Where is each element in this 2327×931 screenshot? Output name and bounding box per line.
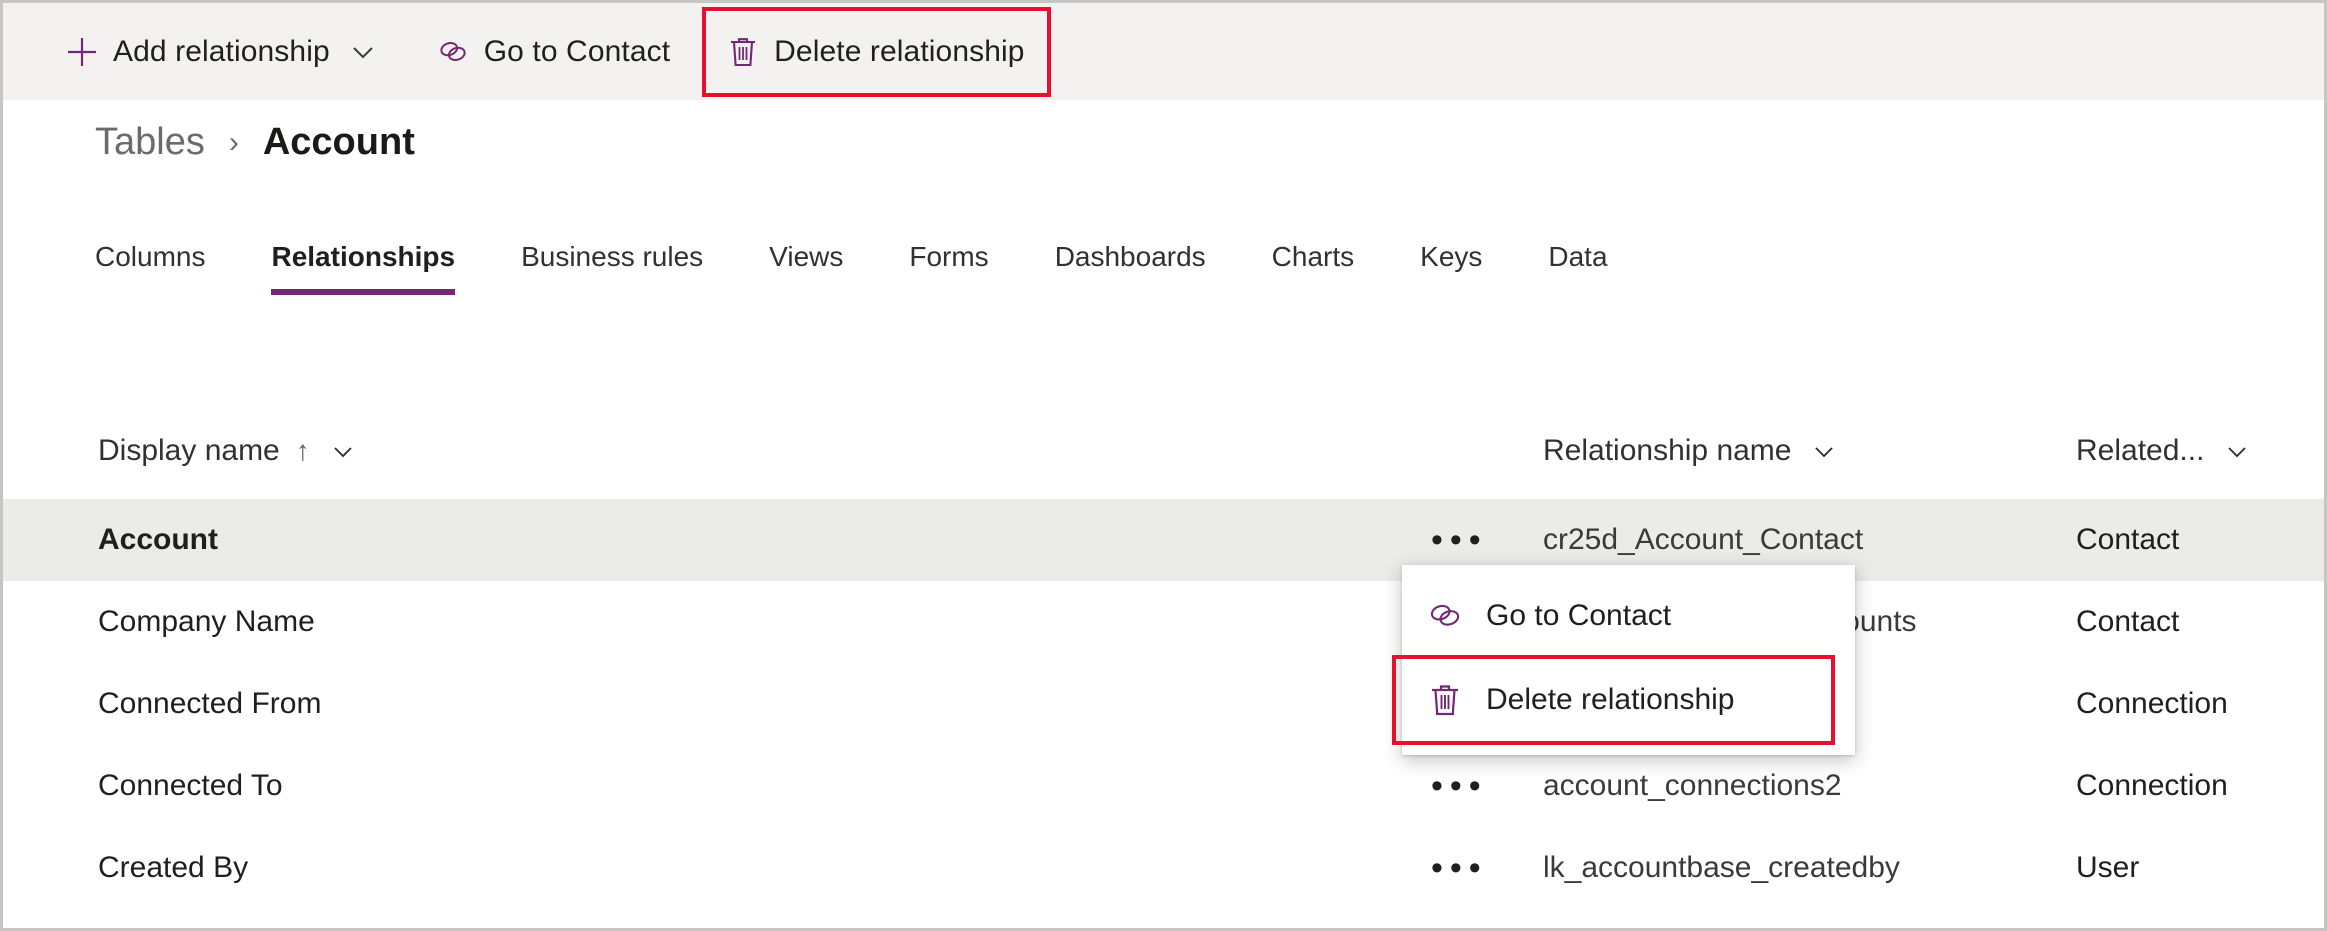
column-header-related-label: Related... [2076,434,2205,467]
chevron-down-icon[interactable] [1809,436,1839,466]
cell-relationship-name: lk_accountbase_createdby [1543,851,1900,884]
sort-ascending-icon: ↑ [295,435,310,466]
column-header-display-name[interactable]: Display name ↑ [98,403,358,499]
tab-business-rules-label: Business rules [521,241,704,272]
table-row[interactable]: Account ••• cr25d_Account_Contact Contac… [3,499,2324,581]
column-header-display-name-label: Display name [98,434,280,467]
add-relationship-button[interactable]: Add relationship [49,11,394,93]
tab-data-label: Data [1548,241,1608,272]
tab-forms[interactable]: Forms [909,241,988,295]
table-row[interactable]: Company Name ••• contact_customer_accoun… [3,581,2324,663]
table-row[interactable]: Connected From ••• account_connections1 … [3,663,2324,745]
tab-columns-label: Columns [95,241,206,272]
link-icon [1426,597,1464,635]
cell-display-name: Created By [98,851,249,884]
go-to-contact-label: Go to Contact [483,34,671,68]
cell-relationship-name: account_connections2 [1543,769,1842,802]
tab-business-rules[interactable]: Business rules [521,241,703,295]
cell-display-name: Connected From [98,687,322,720]
table-row[interactable]: Created By ••• lk_accountbase_createdby … [3,827,2324,909]
row-overflow-menu-button[interactable]: ••• [1431,827,1488,909]
tab-relationships[interactable]: Relationships [271,241,455,295]
context-menu-delete-relationship[interactable]: Delete relationship [1392,655,1835,745]
relationships-grid: Display name ↑ Relationship name Related… [3,403,2324,928]
column-header-related[interactable]: Related... [2076,403,2252,499]
go-to-contact-button[interactable]: Go to Contact [420,11,686,93]
cell-related-table: User [2076,851,2140,884]
grid-header-row: Display name ↑ Relationship name Related… [3,403,2324,499]
tab-bar: Columns Relationships Business rules Vie… [95,241,1674,295]
chevron-down-icon[interactable] [2222,436,2252,466]
chevron-down-icon[interactable] [348,37,378,67]
cell-display-name: Connected To [98,769,283,802]
breadcrumb: Tables › Account [95,121,415,164]
tab-views[interactable]: Views [769,241,843,295]
page-title: Account [262,121,415,163]
delete-relationship-label: Delete relationship [774,34,1025,68]
cell-related-table: Contact [2076,605,2180,638]
tab-relationships-label: Relationships [271,241,456,272]
trash-icon [726,35,760,69]
app-screen: Add relationship Go to Contact Delete re… [0,0,2327,931]
tab-dashboards[interactable]: Dashboards [1055,241,1206,295]
chevron-down-icon[interactable] [328,436,358,466]
context-menu-delete-relationship-label: Delete relationship [1486,683,1735,716]
cell-related-table: Connection [2076,769,2228,802]
breadcrumb-tables-link[interactable]: Tables [95,121,205,164]
tab-charts-label: Charts [1271,241,1355,272]
cell-related-table: Connection [2076,687,2228,720]
tab-columns[interactable]: Columns [95,241,205,295]
grid-body: Account ••• cr25d_Account_Contact Contac… [3,499,2324,909]
cell-display-name: Company Name [98,605,315,638]
add-relationship-label: Add relationship [113,34,330,68]
column-header-relationship-name-label: Relationship name [1543,434,1792,467]
cell-display-name: Account [98,523,218,556]
column-header-relationship-name[interactable]: Relationship name [1543,403,1839,499]
tab-charts[interactable]: Charts [1272,241,1354,295]
row-overflow-menu-button[interactable]: ••• [1431,745,1488,827]
context-menu-go-to-contact[interactable]: Go to Contact [1402,577,1855,655]
delete-relationship-button[interactable]: Delete relationship [702,6,1051,97]
table-row[interactable]: Connected To ••• account_connections2 Co… [3,745,2324,827]
tab-views-label: Views [769,241,844,272]
trash-icon [1426,681,1464,719]
tab-keys[interactable]: Keys [1420,241,1482,295]
breadcrumb-separator: › [228,126,239,159]
cell-related-table: Contact [2076,523,2180,556]
context-menu-go-to-contact-label: Go to Contact [1486,599,1672,632]
plus-icon [65,35,99,69]
tab-keys-label: Keys [1420,241,1483,272]
link-icon [436,35,470,69]
row-context-menu: Go to Contact Delete relationship [1392,565,1855,755]
tab-dashboards-label: Dashboards [1054,241,1206,272]
tab-data[interactable]: Data [1548,241,1607,295]
command-bar: Add relationship Go to Contact Delete re… [3,3,2324,100]
tab-forms-label: Forms [909,241,989,272]
